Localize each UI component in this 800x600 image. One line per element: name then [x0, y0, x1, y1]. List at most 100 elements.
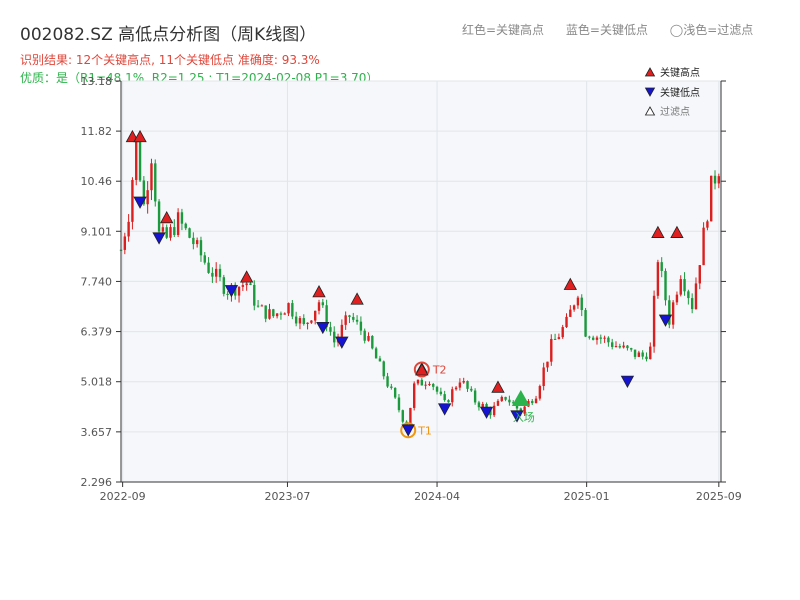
candle-body: [713, 175, 717, 184]
candle-body: [184, 223, 187, 229]
candle-body: [675, 294, 679, 303]
candle-body: [454, 387, 458, 390]
candle-body: [298, 318, 302, 324]
candle-body: [531, 401, 534, 404]
candle-body: [226, 293, 229, 295]
candle-body: [218, 268, 222, 278]
y-tick-label: 13.18: [81, 75, 113, 88]
candle-body: [649, 346, 652, 360]
candle-body: [717, 176, 721, 184]
candle-body: [279, 313, 283, 315]
candle-body: [260, 305, 264, 307]
candle-body: [561, 327, 564, 338]
candle-body: [199, 240, 203, 256]
candle-body: [451, 389, 454, 403]
candle-body: [321, 302, 325, 306]
candle-body: [534, 398, 538, 404]
candlestick-chart: T1 T2 入场 2.296 3.657 5.018 6.379 7.740 9.101 10.…: [81, 66, 742, 503]
candle-body: [660, 262, 663, 271]
candle-body: [291, 303, 294, 317]
y-tick-label: 7.740: [81, 275, 113, 288]
candle-body: [500, 396, 503, 401]
candle-body: [386, 376, 389, 387]
candle-body: [161, 227, 165, 232]
candle-body: [706, 221, 709, 228]
candle-body: [432, 384, 435, 387]
candle-body: [557, 337, 561, 340]
x-tick-label: 2025-09: [696, 490, 742, 503]
candle-body: [702, 227, 705, 266]
candle-body: [390, 386, 393, 388]
candle-body: [508, 399, 511, 403]
candle-body: [428, 384, 431, 386]
candle-body: [595, 337, 599, 340]
candle-body: [462, 381, 465, 383]
candle-body: [618, 346, 622, 348]
candle-body: [447, 400, 450, 403]
candle-body: [367, 335, 370, 341]
candle-body: [652, 295, 656, 347]
candle-body: [435, 386, 439, 392]
y-tick-label: 9.101: [81, 225, 113, 238]
candle-body: [538, 386, 542, 399]
candle-body: [614, 346, 618, 348]
candle-body: [588, 336, 591, 338]
candle-body: [576, 297, 580, 306]
candle-body: [690, 298, 694, 310]
candle-body: [694, 283, 698, 310]
candle-body: [348, 315, 351, 317]
candle-body: [504, 396, 507, 400]
candle-body: [424, 384, 427, 386]
candle-body: [473, 390, 477, 403]
candle-body: [329, 327, 332, 332]
candle-body: [553, 338, 557, 340]
candle-body: [546, 361, 549, 368]
t1-label: T1: [417, 424, 432, 437]
candle-body: [211, 272, 214, 277]
x-tick-label: 2025-01: [564, 490, 610, 503]
candle-body: [195, 240, 199, 245]
x-tick-label: 2024-04: [414, 490, 460, 503]
candle-body: [340, 324, 344, 337]
candle-body: [253, 284, 256, 306]
candle-body: [710, 175, 713, 222]
candle-body: [283, 313, 286, 315]
candle-body: [237, 286, 241, 296]
candle-body: [492, 405, 496, 416]
candle-body: [611, 342, 614, 347]
candle-body: [135, 138, 138, 180]
candle-body: [371, 335, 374, 349]
candle-body: [470, 388, 473, 391]
candle-body: [275, 313, 279, 317]
y-tick-label: 2.296: [81, 476, 113, 489]
candle-body: [256, 305, 260, 307]
candle-body: [413, 383, 416, 408]
entry-label: 入场: [513, 410, 535, 424]
candle-body: [146, 190, 149, 205]
candle-body: [157, 201, 161, 232]
candle-body: [127, 221, 130, 237]
candle-body: [393, 387, 397, 398]
t2-label: T2: [432, 363, 447, 376]
candle-body: [607, 337, 610, 343]
candle-body: [313, 310, 317, 321]
candle-body: [287, 303, 290, 314]
candle-body: [401, 410, 404, 422]
candle-body: [192, 237, 195, 245]
candle-body: [569, 309, 572, 317]
candle-body: [664, 270, 667, 301]
candle-body: [679, 279, 682, 295]
candle-body: [188, 228, 191, 238]
candle-body: [698, 265, 701, 284]
legend-label: 关键高点: [660, 66, 700, 79]
candle-body: [374, 348, 378, 359]
candle-body: [150, 163, 153, 191]
candle-body: [272, 309, 275, 317]
candle-body: [641, 352, 644, 357]
candle-body: [382, 361, 385, 377]
candle-body: [317, 302, 321, 311]
candle-body: [310, 320, 313, 323]
candle-body: [671, 302, 675, 325]
candle-body: [477, 402, 481, 408]
candle-body: [249, 283, 252, 285]
